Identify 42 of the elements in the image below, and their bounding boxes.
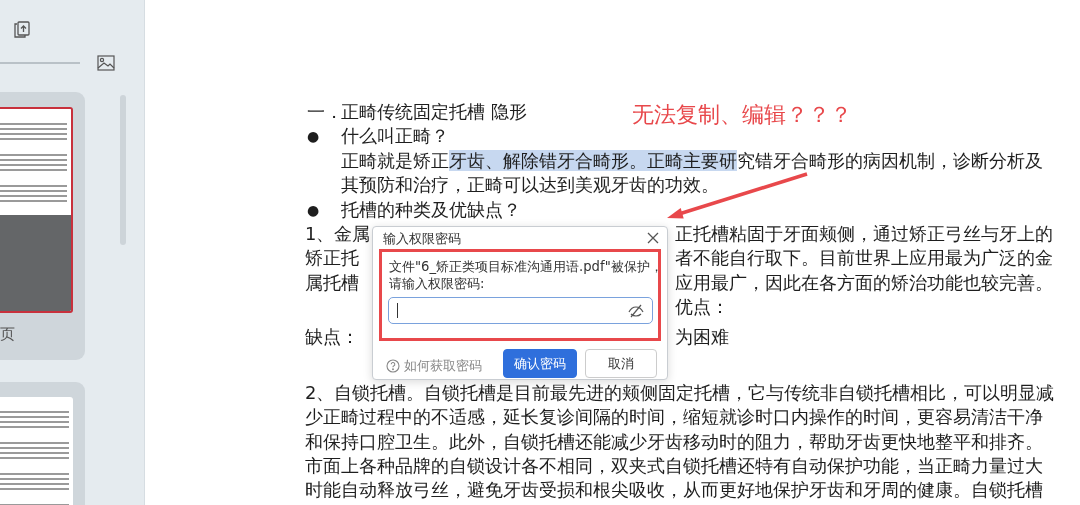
- paragraph-line: 缺点：: [305, 324, 360, 349]
- eye-off-icon[interactable]: [628, 303, 644, 318]
- export-icon[interactable]: [13, 21, 31, 39]
- password-field[interactable]: [388, 297, 653, 324]
- paragraph-line: 时能自动释放弓丝，避免牙齿受损和根尖吸收，从而更好地保护牙齿和牙周的健康。自锁托槽: [305, 479, 1043, 501]
- page-thumbnail[interactable]: [0, 397, 73, 505]
- paragraph-line: 少正畸过程中的不适感，延长复诊间隔的时间，缩短就诊时口内操作的时间，更容易清洁干净: [305, 406, 1043, 428]
- page-thumbnail-card[interactable]: [0, 382, 85, 505]
- paragraph-line: 其预防和治疗，正畸可以达到美观牙齿的功效。: [341, 174, 719, 196]
- paragraph-line: 2、自锁托槽。自锁托槽是目前最先进的颊侧固定托槽，它与传统非自锁托槽相比，可以明显减: [305, 381, 1055, 403]
- annotation-text: 无法复制、编辑？？？: [632, 101, 852, 129]
- paragraph-line: 矫正托: [305, 246, 360, 271]
- image-icon[interactable]: [97, 55, 115, 71]
- paragraph-line: 优点：: [675, 295, 730, 320]
- message-line: 文件"6_矫正类项目标准沟通用语.pdf"被保护，: [389, 258, 663, 275]
- bullet: ●: [306, 127, 321, 147]
- paragraph-line: 属托槽: [305, 270, 360, 295]
- page-thumbnail[interactable]: [0, 107, 73, 313]
- paragraph-line: 为困难: [675, 324, 730, 349]
- help-icon: [386, 359, 400, 374]
- heading-text: 正畸传统固定托槽 隐形: [341, 100, 527, 124]
- paragraph-line: 正畸就是矫正牙齿、解除错牙合畸形。正畸主要研究错牙合畸形的病因机制，诊断分析及: [341, 149, 1043, 171]
- dialog-title: 输入权限密码: [383, 230, 461, 248]
- confirm-button[interactable]: 确认密码: [503, 349, 577, 378]
- text-cursor: [397, 303, 398, 318]
- bullet-text: 什么叫正畸？: [341, 124, 449, 149]
- close-icon[interactable]: [647, 232, 659, 244]
- paragraph-line: 正托槽粘固于牙面颊侧，通过矫正弓丝与牙上的: [675, 221, 1054, 246]
- bullet-text: 托槽的种类及优缺点？: [341, 197, 521, 222]
- paragraph-line: 应用最广，因此在各方面的矫治功能也较完善。: [675, 270, 1054, 295]
- paragraph-line: 1、金属: [305, 221, 372, 246]
- bullet: ●: [306, 200, 321, 220]
- cancel-button[interactable]: 取消: [585, 349, 657, 378]
- paragraph-line: 者不能自行取下。目前世界上应用最为广泛的金: [675, 246, 1054, 271]
- page-thumbnail-card[interactable]: 页: [0, 92, 85, 360]
- message-line: 请输入权限密码:: [389, 275, 486, 292]
- paragraph-line: 市面上各种品牌的自锁设计各不相同，双夹式自锁托槽还特有自动保护功能，当正畸力量过大: [305, 455, 1043, 477]
- scrollbar[interactable]: [120, 95, 126, 245]
- list-number: 一．: [306, 100, 341, 124]
- help-link[interactable]: 如何获取密码: [386, 354, 482, 379]
- paragraph-line: 和保持口腔卫生。此外，自锁托槽还能减少牙齿移动时的阻力，帮助牙齿更快地整平和排齐。: [305, 430, 1043, 452]
- page-label: 页: [0, 325, 16, 343]
